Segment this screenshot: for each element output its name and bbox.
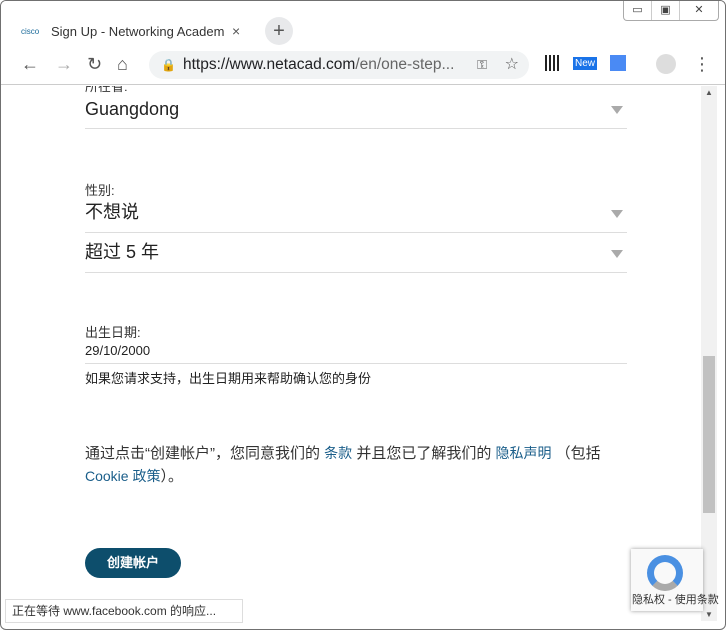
tab-close-icon[interactable]: × [232, 23, 240, 39]
maximize-button[interactable]: ▣ [652, 1, 680, 20]
star-icon[interactable]: ☆ [505, 51, 519, 79]
create-account-button[interactable]: 创建帐户 [85, 548, 181, 578]
page-content: 所在省: Guangdong 性别: 不想说 超过 5 年 出生日期: 29/1… [1, 86, 703, 629]
chevron-down-icon [611, 106, 623, 114]
cookie-link[interactable]: Cookie 政策 [85, 468, 160, 484]
terms-link[interactable]: 条款 [324, 445, 352, 461]
scrollbar-thumb[interactable] [703, 356, 715, 513]
chevron-down-icon [611, 210, 623, 218]
menu-icon[interactable]: ⋮ [693, 54, 711, 75]
scroll-up-icon[interactable]: ▲ [705, 88, 713, 97]
tab-bar: ▭ ▣ ✕ cisco Sign Up - Networking Academ … [1, 1, 725, 45]
agreement-text: 通过点击“创建帐户”，您同意我们的 条款 并且您已了解我们的 隐私声明 （包括 … [85, 445, 601, 485]
avatar[interactable] [656, 54, 676, 74]
recaptcha-icon [647, 555, 683, 591]
scroll-down-icon[interactable]: ▼ [705, 610, 713, 619]
new-extension-icon[interactable]: New [573, 57, 598, 70]
qr-code-icon[interactable] [545, 55, 561, 71]
dob-hint: 如果您请求支持，出生日期用来帮助确认您的身份 [85, 371, 372, 386]
tab-title: Sign Up - Networking Academ [51, 23, 225, 39]
minimize-button[interactable]: ▭ [624, 1, 652, 20]
url-path: /en/one-step... [355, 56, 455, 73]
province-value: Guangdong [85, 99, 180, 119]
translate-icon[interactable] [610, 55, 626, 71]
url-host: https://www.netacad.com [183, 56, 356, 73]
scrollbar[interactable]: ▲ ▼ [701, 86, 717, 621]
address-bar[interactable]: 🔒 https://www.netacad.com/en/one-step...… [149, 51, 529, 79]
recaptcha-badge[interactable]: 隐私权 - 使用条款 [631, 549, 719, 611]
key-icon[interactable]: ⚿ [477, 51, 487, 79]
experience-value: 超过 5 年 [85, 242, 160, 262]
gender-select[interactable]: 不想说 [85, 192, 627, 233]
reload-icon[interactable]: ↻ [87, 54, 102, 75]
recaptcha-text[interactable]: 隐私权 - 使用条款 [632, 591, 719, 607]
dob-input[interactable]: 29/10/2000 [85, 336, 627, 364]
browser-window: ▭ ▣ ✕ cisco Sign Up - Networking Academ … [0, 0, 726, 630]
chevron-down-icon [611, 250, 623, 258]
window-controls: ▭ ▣ ✕ [623, 1, 719, 21]
lock-icon: 🔒 [161, 58, 176, 72]
forward-icon[interactable]: → [55, 54, 73, 75]
province-select[interactable]: Guangdong [85, 86, 627, 129]
privacy-link[interactable]: 隐私声明 [496, 445, 552, 461]
cisco-icon: cisco [21, 26, 40, 36]
tab-signup[interactable]: cisco Sign Up - Networking Academ × [21, 17, 240, 45]
back-icon[interactable]: ← [21, 54, 39, 75]
close-window-button[interactable]: ✕ [680, 1, 718, 20]
gender-value: 不想说 [85, 202, 139, 222]
status-bar: 正在等待 www.facebook.com 的响应... [5, 599, 243, 623]
experience-select[interactable]: 超过 5 年 [85, 233, 627, 273]
home-icon[interactable]: ⌂ [117, 54, 128, 75]
new-tab-button[interactable]: + [265, 17, 293, 45]
dob-value: 29/10/2000 [85, 343, 151, 358]
toolbar: ← → ↻ ⌂ 🔒 https://www.netacad.com/en/one… [1, 45, 725, 85]
